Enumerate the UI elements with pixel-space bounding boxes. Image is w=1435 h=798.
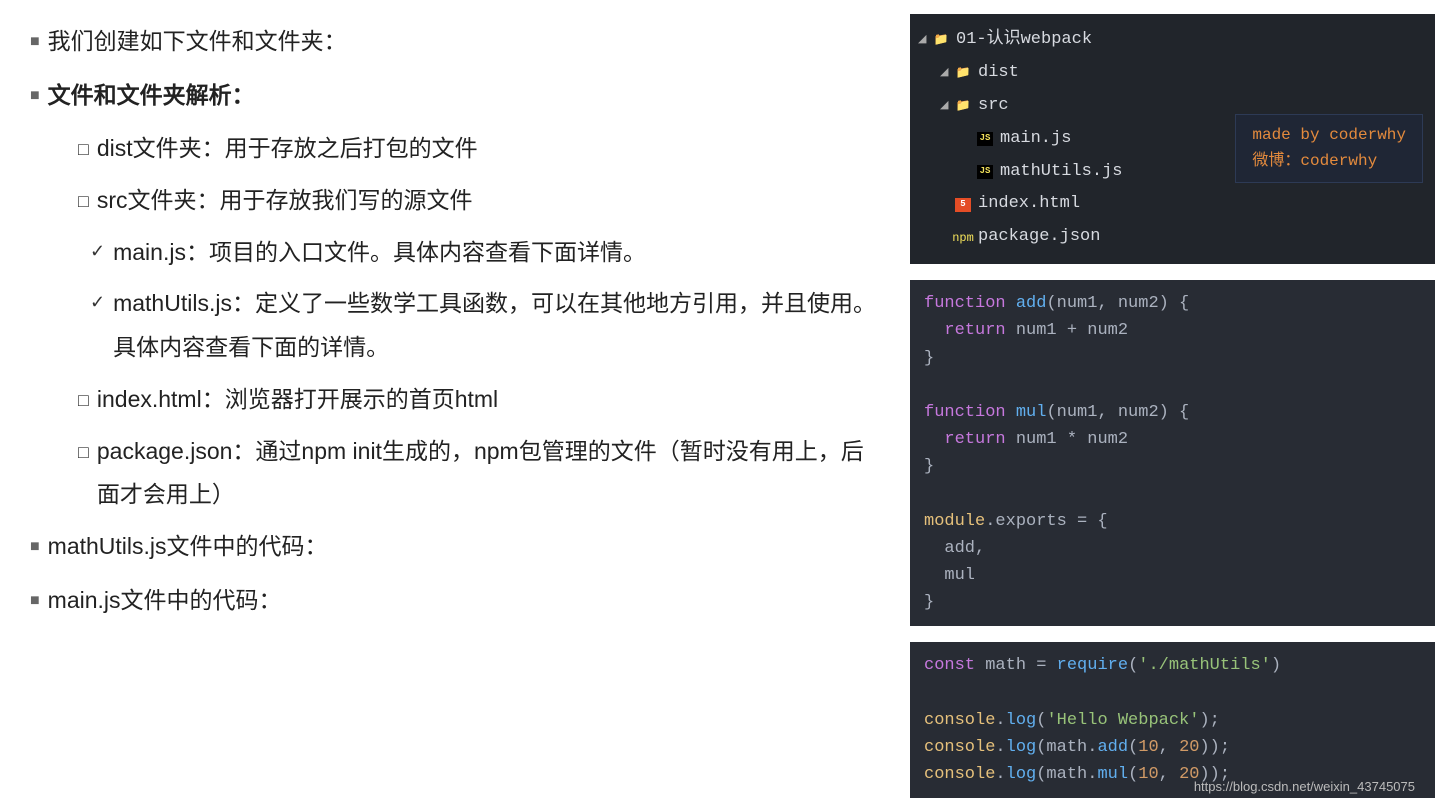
folder-icon: 📁 xyxy=(954,64,972,82)
tree-package-json[interactable]: npm package.json xyxy=(910,221,1435,254)
kw: const xyxy=(924,656,975,675)
t: ); xyxy=(1199,711,1219,730)
text-content: 我们创建如下文件和文件夹： 文件和文件夹解析： dist文件夹：用于存放之后打包… xyxy=(0,0,910,798)
tree-label: index.html xyxy=(978,190,1080,219)
bullet-text: 文件和文件夹解析： xyxy=(48,74,255,118)
fn: log xyxy=(1006,765,1037,784)
t: } xyxy=(924,593,934,612)
js-icon: JS xyxy=(976,130,994,148)
fn: log xyxy=(1006,738,1037,757)
watermark-badge: made by coderwhy 微博：coderwhy xyxy=(1235,114,1423,183)
check-main: main.js：项目的入口文件。具体内容查看下面详情。 xyxy=(90,231,880,275)
kw: return xyxy=(944,321,1005,340)
html-icon: 5 xyxy=(954,196,972,214)
str: './mathUtils' xyxy=(1138,656,1271,675)
js-icon: JS xyxy=(976,163,994,181)
folder-icon: 📁 xyxy=(932,31,950,49)
id: console xyxy=(924,711,995,730)
sub-src: src文件夹：用于存放我们写的源文件 xyxy=(78,179,880,223)
num: 10 xyxy=(1138,765,1158,784)
t: ) xyxy=(1271,656,1281,675)
sub-index: index.html：浏览器打开展示的首页html xyxy=(78,378,880,422)
t: (num1, num2) { xyxy=(1046,294,1189,313)
check-text: mathUtils.js：定义了一些数学工具函数，可以在其他地方引用，并且使用。… xyxy=(113,282,880,369)
code-mathutils: function add(num1, num2) { return num1 +… xyxy=(910,280,1435,626)
watermark: https://blog.csdn.net/weixin_43745075 xyxy=(1194,779,1415,794)
t: . xyxy=(995,711,1005,730)
t: ( xyxy=(1128,656,1138,675)
badge-line1: made by coderwhy xyxy=(1252,123,1406,149)
str: 'Hello Webpack' xyxy=(1046,711,1199,730)
t: , xyxy=(1159,738,1179,757)
sub-text: index.html：浏览器打开展示的首页html xyxy=(97,378,498,422)
sub-dist: dist文件夹：用于存放之后打包的文件 xyxy=(78,127,880,171)
t: math = xyxy=(975,656,1057,675)
code-main: const math = require('./mathUtils') cons… xyxy=(910,642,1435,798)
tree-label: package.json xyxy=(978,223,1100,252)
t: (math. xyxy=(1036,738,1097,757)
bullet-main-code: main.js文件中的代码： xyxy=(30,579,880,623)
bullet-intro: 我们创建如下文件和文件夹： xyxy=(30,20,880,64)
kw: function xyxy=(924,294,1006,313)
bullet-analysis: 文件和文件夹解析： xyxy=(30,74,880,118)
sub-text: dist文件夹：用于存放之后打包的文件 xyxy=(97,127,478,171)
t: (math. xyxy=(1036,765,1097,784)
mod: module xyxy=(924,512,985,531)
folder-icon: 📁 xyxy=(954,97,972,115)
check-text: main.js：项目的入口文件。具体内容查看下面详情。 xyxy=(113,231,646,275)
sub-text: package.json：通过npm init生成的，npm包管理的文件（暂时没… xyxy=(97,430,880,517)
t: . xyxy=(995,765,1005,784)
t: add, xyxy=(924,539,985,558)
fn: mul xyxy=(1016,403,1047,422)
t: )); xyxy=(1199,738,1230,757)
t: num1 + num2 xyxy=(1006,321,1128,340)
fn: log xyxy=(1006,711,1037,730)
check-mathutils: mathUtils.js：定义了一些数学工具函数，可以在其他地方引用，并且使用。… xyxy=(90,282,880,369)
fn: mul xyxy=(1097,765,1128,784)
sub-text: src文件夹：用于存放我们写的源文件 xyxy=(97,179,473,223)
t: .exports = { xyxy=(985,512,1107,531)
sub-package: package.json：通过npm init生成的，npm包管理的文件（暂时没… xyxy=(78,430,880,517)
t: } xyxy=(924,457,934,476)
file-tree: ◢📁01-认识webpack ◢📁dist ◢📁src JSmain.js JS… xyxy=(910,14,1435,264)
fn: require xyxy=(1057,656,1128,675)
t: mul xyxy=(924,566,975,585)
bullet-text: 我们创建如下文件和文件夹： xyxy=(48,20,347,64)
id: console xyxy=(924,738,995,757)
fn: add xyxy=(1016,294,1047,313)
num: 20 xyxy=(1179,738,1199,757)
t: ( xyxy=(1036,711,1046,730)
json-icon: npm xyxy=(954,229,972,247)
arrow-icon: ◢ xyxy=(940,97,950,116)
tree-root[interactable]: ◢📁 01-认识webpack xyxy=(910,24,1435,57)
tree-label: 01-认识webpack xyxy=(956,26,1092,55)
t: (num1, num2) { xyxy=(1046,403,1189,422)
arrow-icon: ◢ xyxy=(940,64,950,83)
arrow-icon: ◢ xyxy=(918,31,928,50)
bullet-text: main.js文件中的代码： xyxy=(48,579,282,623)
tree-label: dist xyxy=(978,59,1019,88)
id: console xyxy=(924,765,995,784)
bullet-text: mathUtils.js文件中的代码： xyxy=(48,525,328,569)
t: ( xyxy=(1128,738,1138,757)
t: num1 * num2 xyxy=(1006,430,1128,449)
tree-dist[interactable]: ◢📁 dist xyxy=(910,57,1435,90)
badge-line2: 微博：coderwhy xyxy=(1252,149,1406,175)
t: ( xyxy=(1128,765,1138,784)
t: . xyxy=(995,738,1005,757)
tree-label: mathUtils.js xyxy=(1000,158,1122,187)
fn: add xyxy=(1097,738,1128,757)
bullet-mathutils-code: mathUtils.js文件中的代码： xyxy=(30,525,880,569)
tree-index-html[interactable]: 5 index.html xyxy=(910,188,1435,221)
t: } xyxy=(924,349,934,368)
t: , xyxy=(1159,765,1179,784)
tree-label: src xyxy=(978,92,1009,121)
tree-label: main.js xyxy=(1000,125,1071,154)
num: 10 xyxy=(1138,738,1158,757)
kw: return xyxy=(944,430,1005,449)
kw: function xyxy=(924,403,1006,422)
